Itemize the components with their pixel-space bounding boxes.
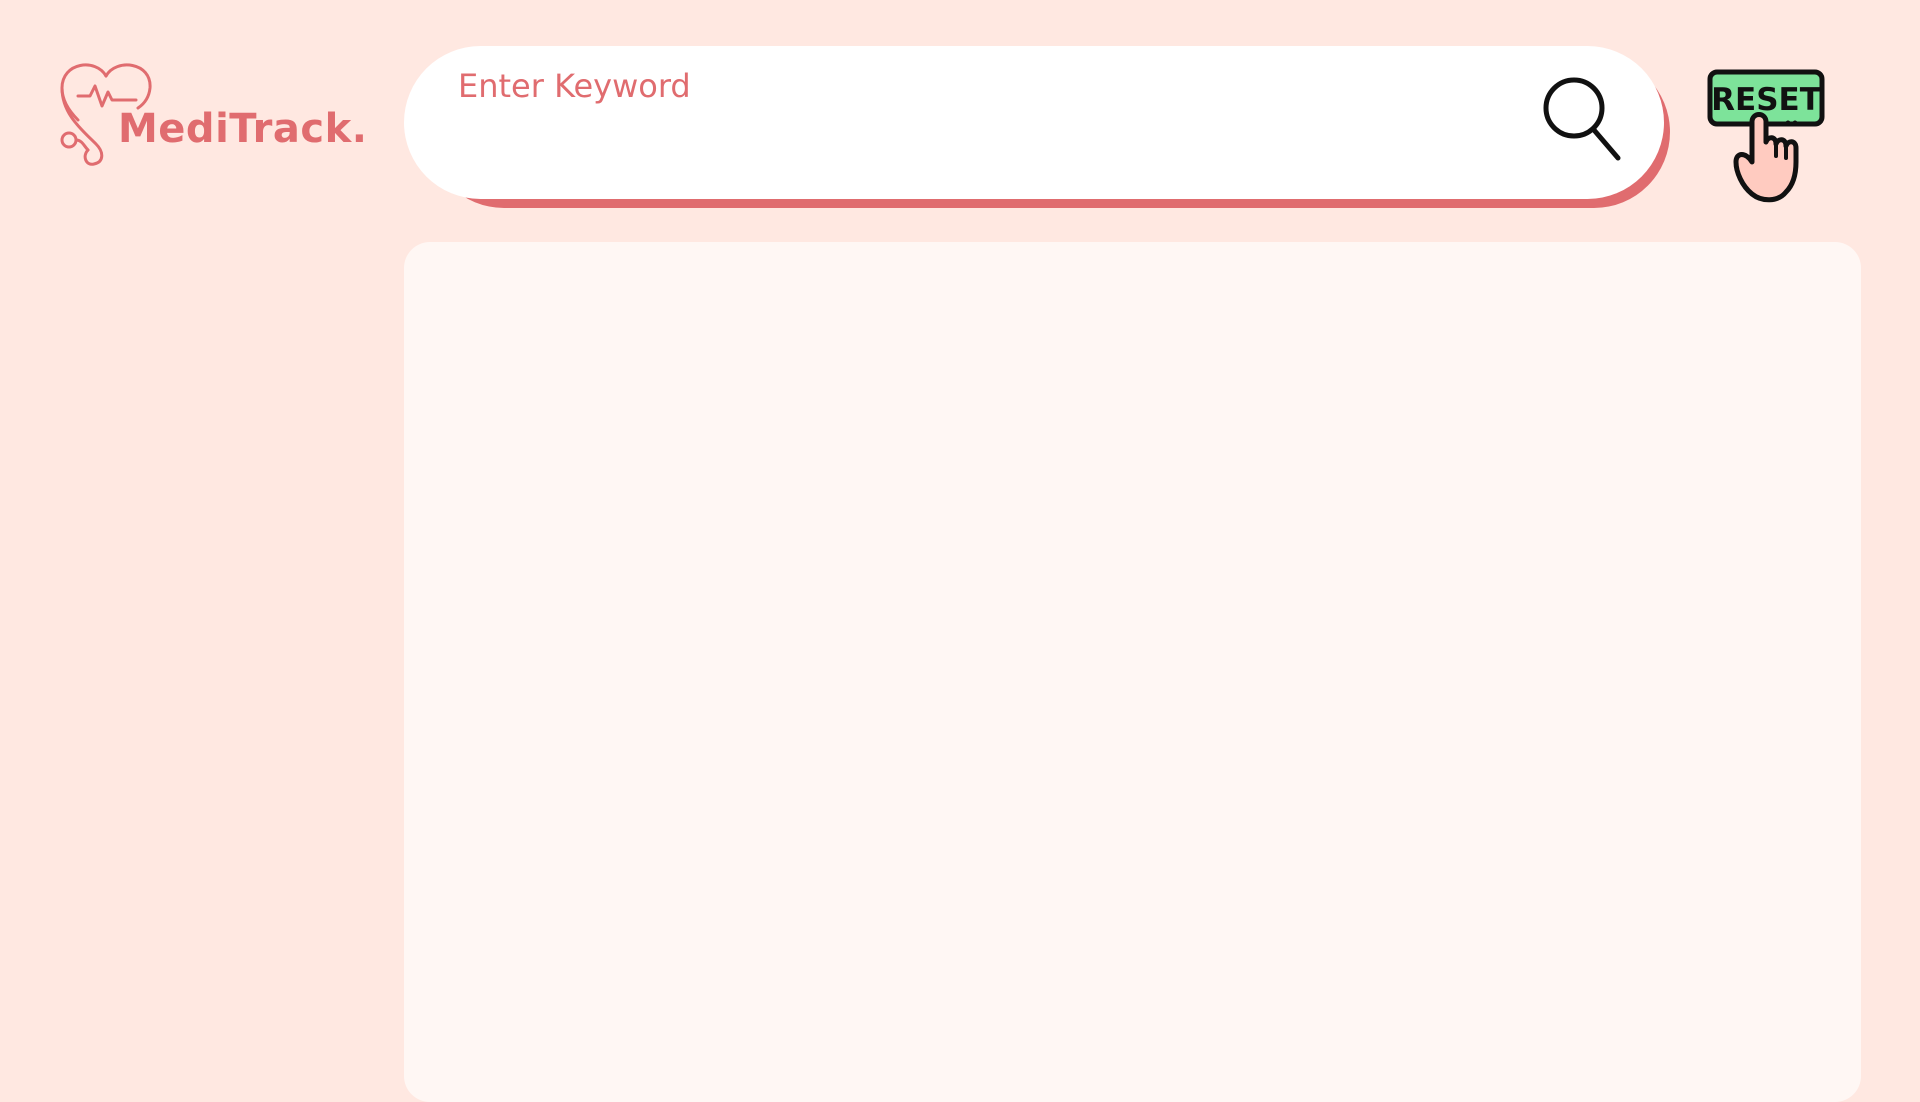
reset-button-graphic: RESET <box>1707 69 1825 203</box>
search-bar <box>404 46 1670 208</box>
search-icon[interactable] <box>1540 74 1630 164</box>
app-name: MediTrack. <box>118 106 368 152</box>
app-logo[interactable]: MediTrack. <box>56 58 368 170</box>
content-panel <box>404 242 1861 1102</box>
reset-label: RESET <box>1711 82 1821 118</box>
search-field-container <box>404 46 1664 199</box>
search-input[interactable] <box>458 56 1458 116</box>
reset-button[interactable]: RESET <box>1706 68 1830 204</box>
hand-pointer-icon <box>1733 112 1799 203</box>
